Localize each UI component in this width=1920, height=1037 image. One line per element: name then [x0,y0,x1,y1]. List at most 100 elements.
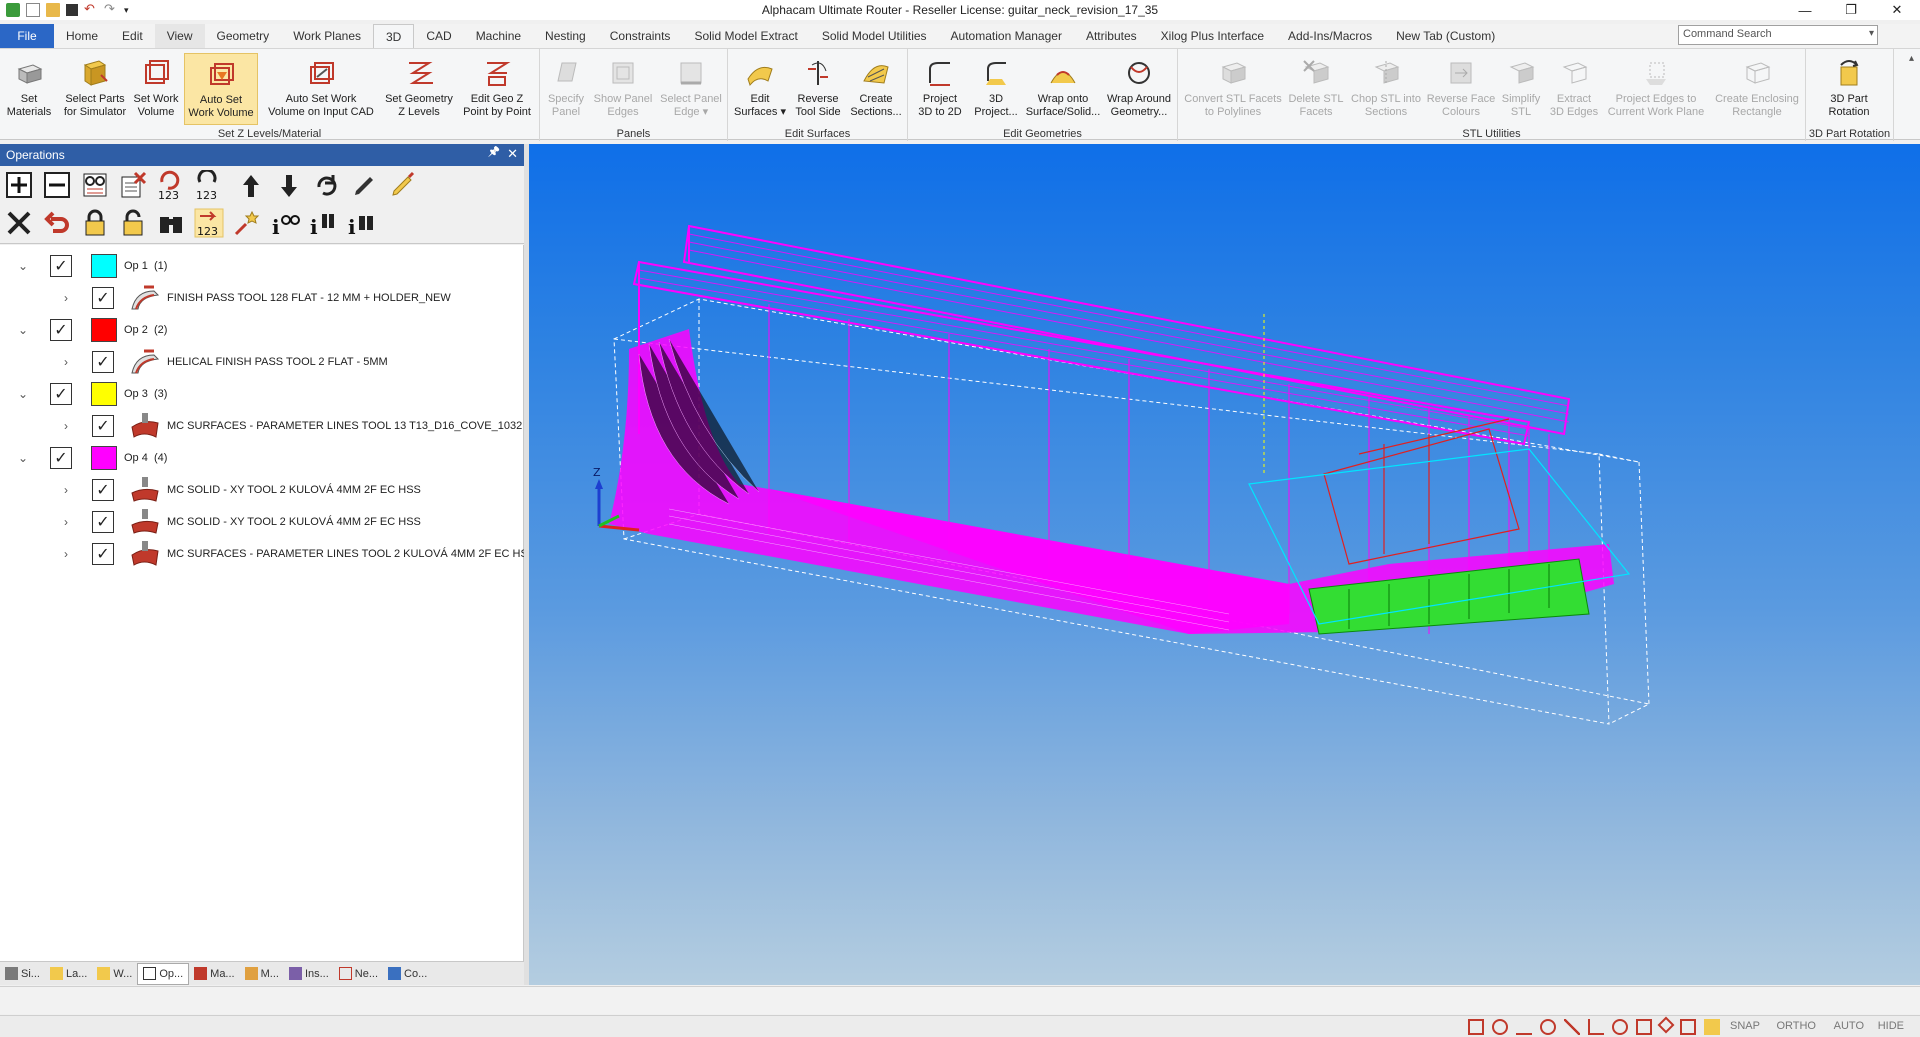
operation-checkbox[interactable]: ✓ [50,447,72,469]
open-folder-icon[interactable] [46,3,60,17]
close-icon[interactable]: ✕ [507,146,518,162]
create-sections-button[interactable]: Create Sections... [846,53,906,125]
toolpath-checkbox[interactable]: ✓ [92,511,114,533]
panel-tab-layers[interactable]: La... [45,963,92,985]
snap-toggle[interactable]: SNAP [1730,1020,1760,1032]
undo-icon[interactable] [42,208,72,238]
renumber-highlight-icon[interactable]: 123 [194,208,224,238]
select-panel-edge-button[interactable]: Select Panel Edge ▾ [656,53,726,125]
edit-geo-z-point-by-point-button[interactable]: Edit Geo Z Point by Point [456,53,538,125]
redo-icon[interactable]: ↷ [104,2,118,17]
toolpath-checkbox[interactable]: ✓ [92,415,114,437]
chevron-down-icon[interactable]: ⌄ [18,323,28,337]
delete-list-icon[interactable] [118,170,148,200]
panel-tab-work-planes[interactable]: W... [92,963,137,985]
set-geometry-z-levels-button[interactable]: Set Geometry Z Levels [380,53,458,125]
set-work-volume-button[interactable]: Set Work Volume [130,53,182,125]
set-materials-button[interactable]: Set Materials [2,53,56,125]
command-line[interactable] [0,986,1920,1014]
info-glasses-icon[interactable]: i [270,208,300,238]
minimize-button[interactable]: — [1782,0,1828,20]
snap-node-icon[interactable] [1680,1019,1696,1035]
panel-tab-inspector[interactable]: Ins... [284,963,334,985]
operation-checkbox[interactable]: ✓ [50,383,72,405]
specify-panel-button[interactable]: Specify Panel [544,53,588,125]
delete-stl-facets-button[interactable]: Delete STL Facets [1286,53,1346,125]
tab-home[interactable]: Home [54,24,110,48]
snap-perpendicular-icon[interactable] [1588,1019,1604,1035]
hide-toggle[interactable]: HIDE [1878,1020,1904,1032]
move-up-icon[interactable] [236,170,266,200]
snap-tangent-icon[interactable] [1612,1019,1628,1035]
panel-tab-nesting[interactable]: Ne... [334,963,383,985]
snap-settings-icon[interactable] [1704,1019,1720,1035]
operation-row[interactable]: ⌄ ✓ Op 3 (3) [0,379,524,409]
ortho-toggle[interactable]: ORTHO [1776,1020,1816,1032]
chevron-right-icon[interactable]: › [64,419,68,433]
remove-operation-icon[interactable] [42,170,72,200]
tab-3d[interactable]: 3D [373,24,415,48]
reverse-face-colours-button[interactable]: Reverse Face Colours [1426,53,1496,125]
close-button[interactable]: ✕ [1874,0,1920,20]
toolpath-checkbox[interactable]: ✓ [92,479,114,501]
toolpath-row[interactable]: › ✓ MC SURFACES - PARAMETER LINES TOOL 1… [0,411,524,441]
tab-solid-model-extract[interactable]: Solid Model Extract [682,24,809,48]
wrap-onto-surface-solid-button[interactable]: Wrap onto Surface/Solid... [1024,53,1102,125]
snap-endpoint-icon[interactable] [1492,1019,1508,1035]
ribbon-collapse-icon[interactable]: ▴ [1909,53,1914,64]
chop-stl-into-sections-button[interactable]: Chop STL into Sections [1346,53,1426,125]
chevron-right-icon[interactable]: › [64,483,68,497]
edit-all-icon[interactable] [388,170,418,200]
tab-work-planes[interactable]: Work Planes [281,24,373,48]
edit-surfaces-button[interactable]: Edit Surfaces ▾ [732,53,788,125]
toolpath-row[interactable]: › ✓ MC SOLID - XY TOOL 2 KULOVÁ 4MM 2F E… [0,507,524,537]
renumber-icon[interactable]: 123 [156,170,186,200]
operation-row[interactable]: ⌄ ✓ Op 2 (2) [0,315,524,345]
show-panel-edges-button[interactable]: Show Panel Edges [590,53,656,125]
panel-tab-constraints[interactable]: Co... [383,963,432,985]
chevron-right-icon[interactable]: › [64,515,68,529]
info-tools-icon[interactable]: i [308,208,338,238]
snap-intersection-icon[interactable] [1564,1019,1580,1035]
toolpath-checkbox[interactable]: ✓ [92,543,114,565]
toolpath-row[interactable]: › ✓ MC SOLID - XY TOOL 2 KULOVÁ 4MM 2F E… [0,475,524,505]
tab-attributes[interactable]: Attributes [1074,24,1149,48]
3d-part-rotation-button[interactable]: 3D Part Rotation [1816,53,1882,125]
tab-view[interactable]: View [154,24,205,48]
operation-checkbox[interactable]: ✓ [50,319,72,341]
operation-row[interactable]: ⌄ ✓ Op 4 (4) [0,443,524,473]
reverse-tool-side-button[interactable]: Reverse Tool Side [790,53,846,125]
tab-xilog-plus-interface[interactable]: Xilog Plus Interface [1149,24,1276,48]
tab-nesting[interactable]: Nesting [533,24,598,48]
panel-tab-machining[interactable]: Ma... [189,963,239,985]
auto-set-work-volume-button[interactable]: Auto Set Work Volume [184,53,258,125]
new-file-icon[interactable] [26,3,40,17]
3d-viewport[interactable]: Z [529,144,1920,985]
qat-dropdown-icon[interactable]: ▾ [124,3,138,17]
convert-stl-facets-button[interactable]: Convert STL Facets to Polylines [1180,53,1286,125]
toolpath-row[interactable]: › ✓ MC SURFACES - PARAMETER LINES TOOL 2… [0,539,535,569]
3d-project-button[interactable]: 3D Project... [968,53,1024,125]
tab-constraints[interactable]: Constraints [598,24,683,48]
add-operation-icon[interactable] [4,170,34,200]
snap-center-icon[interactable] [1540,1019,1556,1035]
unlock-icon[interactable] [118,208,148,238]
info-binoculars-icon[interactable]: i [346,208,376,238]
tab-add-ins-macros[interactable]: Add-Ins/Macros [1276,24,1384,48]
tab-geometry[interactable]: Geometry [205,24,282,48]
auto-set-work-volume-on-input-cad-button[interactable]: Auto Set Work Volume on Input CAD [262,53,380,125]
pin-icon[interactable]: 📌 [488,147,500,158]
tab-machine[interactable]: Machine [464,24,533,48]
chevron-right-icon[interactable]: › [64,547,68,561]
panel-tab-materials[interactable]: M... [240,963,284,985]
operation-list-view-icon[interactable] [80,170,110,200]
snap-midpoint-icon[interactable] [1516,1019,1532,1035]
save-icon[interactable] [66,4,78,16]
tab-edit[interactable]: Edit [110,24,155,48]
toolpath-row[interactable]: › ✓ HELICAL FINISH PASS TOOL 2 FLAT - 5M… [0,347,524,377]
tab-new-tab-custom[interactable]: New Tab (Custom) [1384,24,1507,48]
panel-tab-operations[interactable]: Op... [137,962,190,985]
chevron-down-icon[interactable]: ▾ [1869,28,1874,39]
maximize-button[interactable]: ❐ [1828,0,1874,20]
edit-pencil-icon[interactable] [350,170,380,200]
